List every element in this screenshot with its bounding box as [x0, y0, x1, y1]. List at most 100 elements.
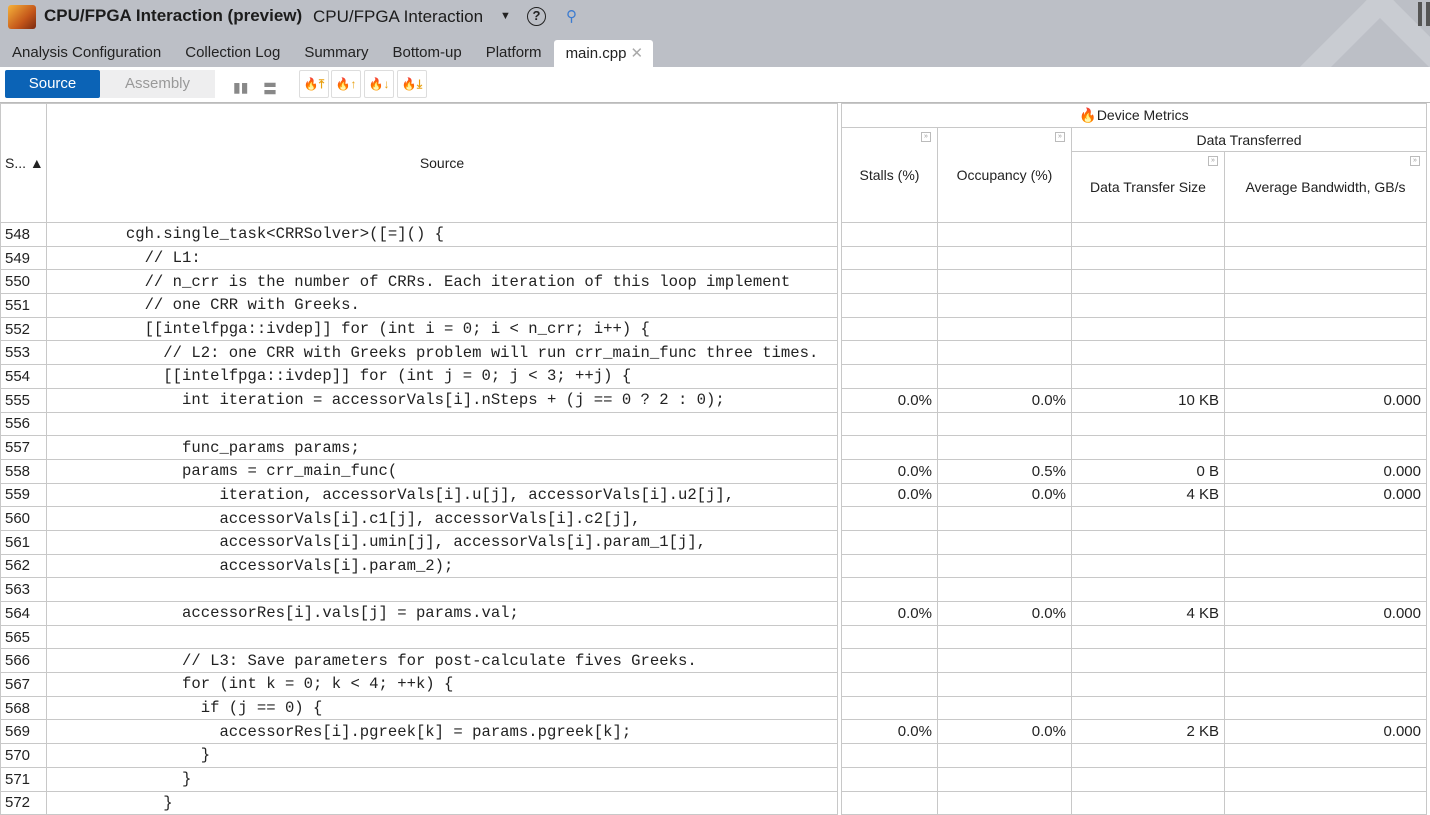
analysis-type-dropdown[interactable]: CPU/FPGA Interaction	[313, 7, 483, 27]
expand-icon[interactable]: »	[1208, 156, 1218, 166]
table-row[interactable]: 570 }	[0, 743, 1427, 768]
stalls-value	[841, 222, 938, 247]
toolbar: Source Assembly ▮▮ 〓 🔥⤒ 🔥↑ 🔥↓ 🔥⤓	[0, 67, 1430, 103]
transfer-size-value: 0 B	[1071, 458, 1225, 484]
table-row[interactable]: 553 // L2: one CRR with Greeks problem w…	[0, 340, 1427, 366]
app-title: CPU/FPGA Interaction (preview)	[44, 6, 303, 25]
map-icon[interactable]: ⚲	[566, 7, 577, 25]
expand-icon[interactable]: »	[1055, 132, 1065, 142]
transfer-size-value	[1071, 743, 1225, 768]
bandwidth-value	[1224, 222, 1427, 247]
table-row[interactable]: 556	[0, 411, 1427, 437]
stacked-view-icon[interactable]: 〓	[263, 79, 277, 99]
table-row[interactable]: 572 }	[0, 790, 1427, 815]
table-row[interactable]: 564 accessorRes[i].vals[j] = params.val;…	[0, 601, 1427, 626]
close-icon[interactable]: ✕	[630, 45, 643, 62]
line-number: 563	[0, 577, 47, 602]
transfer-size-value	[1071, 269, 1225, 295]
tab-summary[interactable]: Summary	[292, 40, 380, 67]
stalls-label: Stalls (%)	[859, 167, 920, 183]
table-row[interactable]: 558 params = crr_main_func(0.0% 0.5% 0 B 0.…	[0, 458, 1427, 484]
table-row[interactable]: 557 func_params params;	[0, 435, 1427, 460]
hotspot-next-icon[interactable]: 🔥↓	[364, 70, 394, 98]
occupancy-value	[937, 269, 1072, 295]
stalls-value	[841, 529, 938, 555]
stalls-value	[841, 553, 938, 579]
table-row[interactable]: 567 for (int k = 0; k < 4; ++k) {	[0, 672, 1427, 697]
brand-decoration	[1266, 0, 1430, 67]
line-number: 550	[0, 269, 47, 295]
source-column-header[interactable]: Source	[46, 103, 838, 223]
stalls-value: 0.0%	[841, 719, 938, 745]
line-number: 561	[0, 529, 47, 555]
table-row[interactable]: 550 // n_crr is the number of CRRs. Each…	[0, 269, 1427, 295]
side-by-side-icon[interactable]: ▮▮	[233, 79, 248, 96]
table-row[interactable]: 566 // L3: Save parameters for post-calc…	[0, 648, 1427, 674]
bandwidth-value: 0.000	[1224, 601, 1427, 626]
bandwidth-column-header[interactable]: » Average Bandwidth, GB/s	[1224, 151, 1427, 223]
table-row[interactable]: 568 if (j == 0) {	[0, 695, 1427, 721]
tab-analysis-configuration[interactable]: Analysis Configuration	[0, 40, 173, 67]
table-row[interactable]: 569 accessorRes[i].pgreek[k] = params.pg…	[0, 719, 1427, 745]
stalls-value	[841, 672, 938, 697]
line-number: 552	[0, 316, 47, 342]
occupancy-value	[937, 624, 1072, 650]
table-row[interactable]: 551 // one CRR with Greeks.	[0, 293, 1427, 318]
stalls-column-header[interactable]: » Stalls (%)	[841, 127, 938, 223]
tab-collection-log[interactable]: Collection Log	[173, 40, 292, 67]
line-number: 557	[0, 435, 47, 460]
bandwidth-value	[1224, 648, 1427, 674]
transfer-size-column-header[interactable]: » Data Transfer Size	[1071, 151, 1225, 223]
occupancy-value	[937, 577, 1072, 602]
source-code: accessorRes[i].vals[j] = params.val;	[46, 601, 838, 626]
help-icon[interactable]: ?	[527, 7, 546, 26]
expand-icon[interactable]: »	[1410, 156, 1420, 166]
hotspot-last-icon[interactable]: 🔥⤓	[397, 70, 427, 98]
stalls-value: 0.0%	[841, 601, 938, 626]
transfer-size-value	[1071, 411, 1225, 437]
line-number: 567	[0, 672, 47, 697]
occupancy-value: 0.0%	[937, 601, 1072, 626]
table-row[interactable]: 561 accessorVals[i].umin[j], accessorVal…	[0, 529, 1427, 555]
transfer-size-value	[1071, 577, 1225, 602]
bandwidth-value	[1224, 624, 1427, 650]
table-row[interactable]: 555 int iteration = accessorVals[i].nSte…	[0, 387, 1427, 413]
line-number: 555	[0, 387, 47, 413]
stalls-value	[841, 316, 938, 342]
expand-icon[interactable]: »	[921, 132, 931, 142]
table-row[interactable]: 559 iteration, accessorVals[i].u[j], acc…	[0, 482, 1427, 508]
table-row[interactable]: 571 }	[0, 766, 1427, 792]
bandwidth-value	[1224, 316, 1427, 342]
occupancy-value	[937, 672, 1072, 697]
table-row[interactable]: 562 accessorVals[i].param_2);	[0, 553, 1427, 579]
hotspot-first-icon[interactable]: 🔥⤒	[299, 70, 329, 98]
line-column-header[interactable]: S... ▲	[0, 103, 47, 223]
tab-bottom-up[interactable]: Bottom-up	[381, 40, 474, 67]
table-row[interactable]: 552 [[intelfpga::ivdep]] for (int i = 0;…	[0, 316, 1427, 342]
transfer-size-value	[1071, 695, 1225, 721]
bandwidth-value	[1224, 577, 1427, 602]
stalls-value	[841, 743, 938, 768]
bandwidth-value	[1224, 340, 1427, 366]
bandwidth-value	[1224, 411, 1427, 437]
tab-platform[interactable]: Platform	[474, 40, 554, 67]
stalls-value	[841, 245, 938, 271]
table-row[interactable]: 554 [[intelfpga::ivdep]] for (int j = 0;…	[0, 364, 1427, 389]
table-row[interactable]: 560 accessorVals[i].c1[j], accessorVals[…	[0, 506, 1427, 531]
line-number: 571	[0, 766, 47, 792]
source-button[interactable]: Source	[5, 70, 100, 98]
source-code	[46, 411, 838, 437]
occupancy-column-header[interactable]: » Occupancy (%)	[937, 127, 1072, 223]
line-number: 564	[0, 601, 47, 626]
table-row[interactable]: 548 cgh.single_task<CRRSolver>([=]() {	[0, 222, 1427, 247]
transfer-size-value	[1071, 624, 1225, 650]
table-row[interactable]: 563	[0, 577, 1427, 602]
table-row[interactable]: 549 // L1:	[0, 245, 1427, 271]
hotspot-previous-icon[interactable]: 🔥↑	[331, 70, 361, 98]
source-code: if (j == 0) {	[46, 695, 838, 721]
tab-main-cpp[interactable]: main.cpp ✕	[553, 40, 654, 67]
assembly-button[interactable]: Assembly	[100, 70, 215, 98]
chevron-down-icon[interactable]: ▼	[500, 10, 511, 22]
table-row[interactable]: 565	[0, 624, 1427, 650]
source-code	[46, 577, 838, 602]
